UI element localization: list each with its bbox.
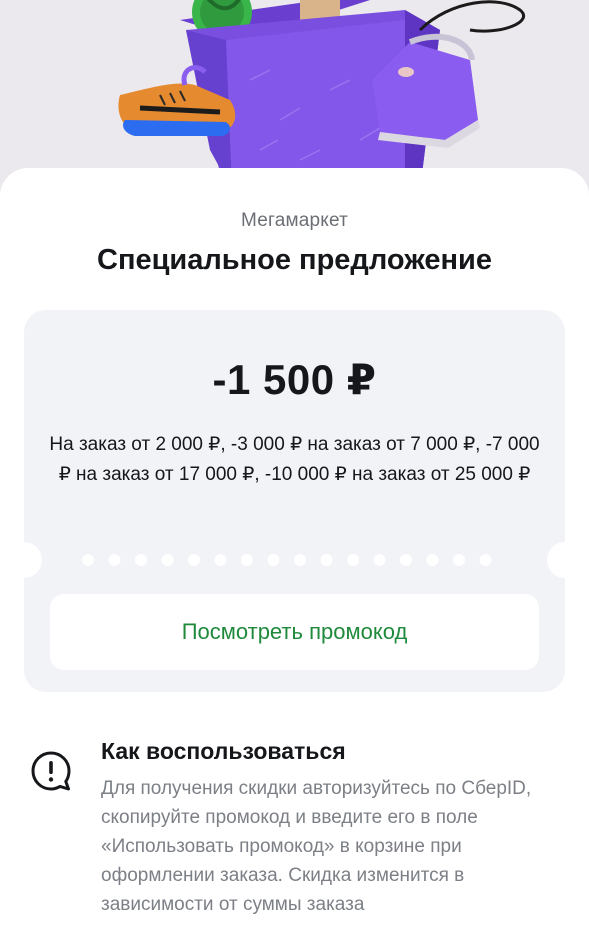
discount-conditions: На заказ от 2 000 ₽, -3 000 ₽ на заказ о…	[49, 434, 540, 485]
coupon-perforation-dot	[267, 554, 280, 566]
coupon-perforation-dot	[294, 554, 306, 566]
coupon-perforation-dot	[373, 554, 386, 566]
coupon-perforation-dot	[161, 554, 174, 566]
coupon-perforation-dot	[82, 554, 94, 566]
alert-bubble-icon	[31, 751, 71, 791]
coupon-perforation-dot	[426, 554, 439, 566]
discount-amount: -1 500 ₽	[212, 356, 377, 403]
coupon-card: -1 500 ₽ На заказ от 2 000 ₽, -3 000 ₽ н…	[24, 310, 565, 692]
page-title: Специальное предложение	[97, 244, 492, 276]
coupon-perforation-dot	[320, 554, 333, 566]
offer-sheet: Мегамаркет Специальное предложение -1 50…	[0, 168, 589, 934]
coupon-perforation-dot	[188, 554, 200, 566]
how-to-use-title: Как воспользоваться	[101, 738, 346, 764]
coupon-perforation-dot	[400, 554, 412, 566]
coupon-perforation-dot	[479, 554, 492, 566]
coupon-perforation-dot	[347, 554, 359, 566]
show-promocode-button[interactable]: Посмотреть промокод	[50, 594, 539, 670]
coupon-perforation-dot	[108, 554, 121, 566]
how-to-use-description: Для получения скидки авторизуйтесь по Сб…	[101, 778, 532, 915]
coupon-perforation-dot	[453, 554, 465, 566]
coupon-perforation-dot	[241, 554, 253, 566]
coupon-perforation-dot	[135, 554, 147, 566]
coupon-perforation-dot	[214, 554, 227, 566]
store-name: Мегамаркет	[240, 210, 349, 231]
screen: Мегамаркет Специальное предложение -1 50…	[0, 0, 589, 934]
